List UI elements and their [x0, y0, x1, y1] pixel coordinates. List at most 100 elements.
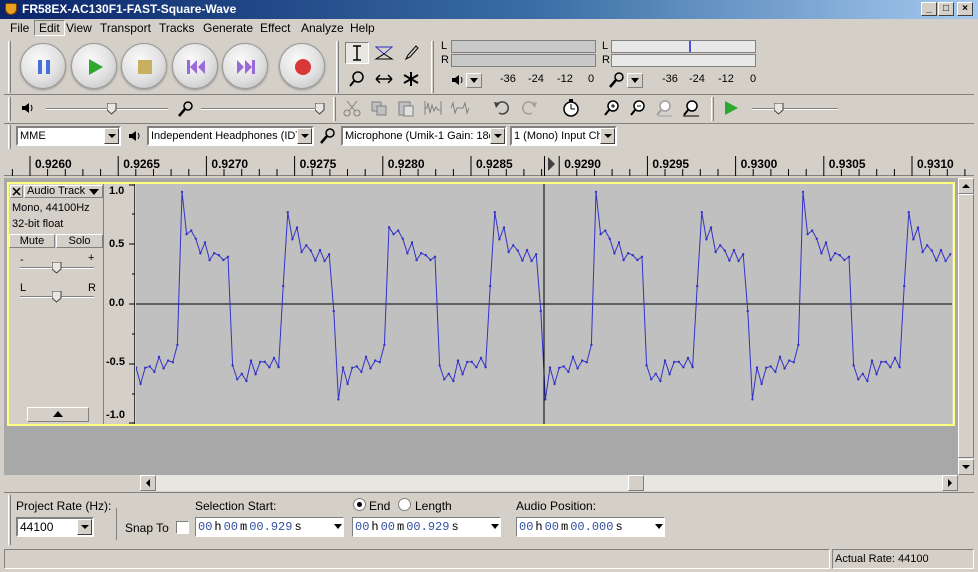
stop-button[interactable] [121, 43, 167, 89]
vertical-scrollbar[interactable] [958, 178, 974, 475]
playback-speed-slider[interactable] [752, 108, 838, 110]
dropdown-arrow-icon[interactable] [600, 128, 615, 144]
dropdown-arrow-icon[interactable] [104, 128, 119, 144]
menu-view[interactable]: View [62, 20, 96, 36]
playback-speed-thumb[interactable] [773, 102, 784, 115]
end-radio[interactable] [353, 498, 366, 511]
skip-to-end-button[interactable] [222, 43, 268, 89]
sync-lock-button[interactable] [559, 97, 583, 119]
menu-generate[interactable]: Generate [199, 20, 257, 36]
maximize-button[interactable]: □ [938, 2, 954, 16]
sample-point [337, 398, 340, 401]
dropdown-arrow-icon[interactable] [334, 524, 342, 530]
record-meter-menu-button[interactable] [627, 73, 643, 88]
cut-button[interactable] [340, 97, 364, 119]
playback-meter-left[interactable] [451, 40, 596, 53]
pan-slider-thumb[interactable] [51, 290, 62, 303]
output-device-value: Independent Headphones (IDT [151, 130, 303, 142]
vertical-amplitude-ruler[interactable]: 1.0 0.5 0.0 -0.5 -1.0 [105, 184, 135, 424]
track-control-panel[interactable]: Audio Track Mono, 44100Hz 32-bit float M… [9, 184, 104, 424]
toolbar-grip[interactable] [333, 97, 336, 121]
toolbar-grip[interactable] [711, 97, 714, 121]
zoom-tool[interactable] [345, 68, 369, 90]
selection-start-time[interactable]: 00 h 00 m 00.929 s [195, 517, 344, 537]
record-meter-left[interactable] [611, 40, 756, 53]
sample-point [157, 355, 161, 358]
redo-button[interactable] [517, 97, 541, 119]
menu-file[interactable]: File [6, 20, 33, 36]
close-button[interactable]: × [957, 2, 973, 16]
output-device-select[interactable]: Independent Headphones (IDT [147, 126, 314, 146]
menu-transport[interactable]: Transport [96, 20, 155, 36]
waveform-display[interactable] [136, 184, 952, 424]
record-volume-slider[interactable] [201, 108, 323, 110]
time-unit-h: h [371, 520, 379, 534]
record-button[interactable] [279, 43, 325, 89]
fit-project-button[interactable] [679, 97, 703, 119]
scroll-up-button[interactable] [958, 178, 974, 194]
menu-effect[interactable]: Effect [256, 20, 294, 36]
draw-tool[interactable] [399, 42, 423, 64]
record-volume-thumb[interactable] [314, 102, 325, 115]
solo-button[interactable]: Solo [56, 234, 103, 248]
audio-position-time[interactable]: 00 h 00 m 00.000 s [516, 517, 665, 537]
collapse-track-button[interactable] [27, 407, 89, 422]
toolbar-grip[interactable] [336, 41, 339, 93]
record-meter-right[interactable] [611, 54, 756, 67]
vertical-scroll-thumb[interactable] [958, 194, 974, 458]
scroll-left-button[interactable] [140, 475, 156, 491]
gain-slider-thumb[interactable] [51, 261, 62, 274]
dropdown-arrow-icon[interactable] [77, 519, 92, 535]
playback-meter-menu-button[interactable] [466, 73, 482, 88]
undo-button[interactable] [490, 97, 514, 119]
menu-tracks[interactable]: Tracks [155, 20, 199, 36]
snap-to-checkbox[interactable] [176, 521, 189, 534]
track-close-button[interactable] [10, 185, 23, 198]
audio-host-select[interactable]: MME [16, 126, 121, 146]
fit-selection-button[interactable] [652, 97, 676, 119]
project-rate-select[interactable]: 44100 [16, 517, 94, 537]
minimize-button[interactable]: _ [921, 2, 937, 16]
playback-volume-thumb[interactable] [106, 102, 117, 115]
play-at-speed-button[interactable] [719, 97, 743, 119]
playback-meter-right[interactable] [451, 54, 596, 67]
trim-button[interactable] [421, 97, 445, 119]
menu-analyze[interactable]: Analyze [297, 20, 348, 36]
silence-button[interactable] [448, 97, 472, 119]
skip-to-start-button[interactable] [172, 43, 218, 89]
input-device-select[interactable]: Microphone (Umik-1 Gain: 18d [341, 126, 507, 146]
dropdown-arrow-icon[interactable] [655, 524, 663, 530]
input-channels-select[interactable]: 1 (Mono) Input Ch [510, 126, 617, 146]
sample-point [723, 249, 726, 252]
zoom-in-button[interactable] [600, 97, 624, 119]
scroll-down-button[interactable] [958, 459, 974, 475]
horizontal-scroll-thumb[interactable] [628, 475, 644, 491]
toolbar-grip[interactable] [8, 495, 11, 545]
pause-button[interactable] [20, 43, 66, 89]
length-radio[interactable] [398, 498, 411, 511]
menu-edit[interactable]: Edit [34, 20, 65, 36]
multi-tool[interactable] [399, 68, 423, 90]
scroll-right-button[interactable] [942, 475, 958, 491]
sample-point [912, 238, 915, 241]
dropdown-arrow-icon[interactable] [491, 524, 499, 530]
envelope-tool[interactable] [372, 42, 396, 64]
time-shift-tool[interactable] [372, 68, 396, 90]
toolbar-grip[interactable] [431, 41, 434, 93]
toolbar-grip[interactable] [8, 97, 11, 121]
paste-button[interactable] [394, 97, 418, 119]
zoom-out-button[interactable] [626, 97, 650, 119]
toolbar-grip[interactable] [8, 41, 11, 93]
horizontal-scrollbar[interactable] [140, 475, 958, 491]
track-name-menu[interactable]: Audio Track [24, 185, 103, 198]
mute-button[interactable]: Mute [9, 234, 55, 248]
toolbar-grip[interactable] [8, 125, 11, 149]
dropdown-arrow-icon[interactable] [297, 128, 312, 144]
selection-tool[interactable] [345, 42, 369, 64]
selection-end-time[interactable]: 00 h 00 m 00.929 s [352, 517, 501, 537]
timeline-ruler[interactable]: 0.9260 0.9265 0.9270 0.9275 0.9280 0.9285 0.92… [4, 151, 974, 176]
dropdown-arrow-icon[interactable] [490, 128, 505, 144]
play-button[interactable] [71, 43, 117, 89]
menu-help[interactable]: Help [346, 20, 379, 36]
copy-button[interactable] [367, 97, 391, 119]
